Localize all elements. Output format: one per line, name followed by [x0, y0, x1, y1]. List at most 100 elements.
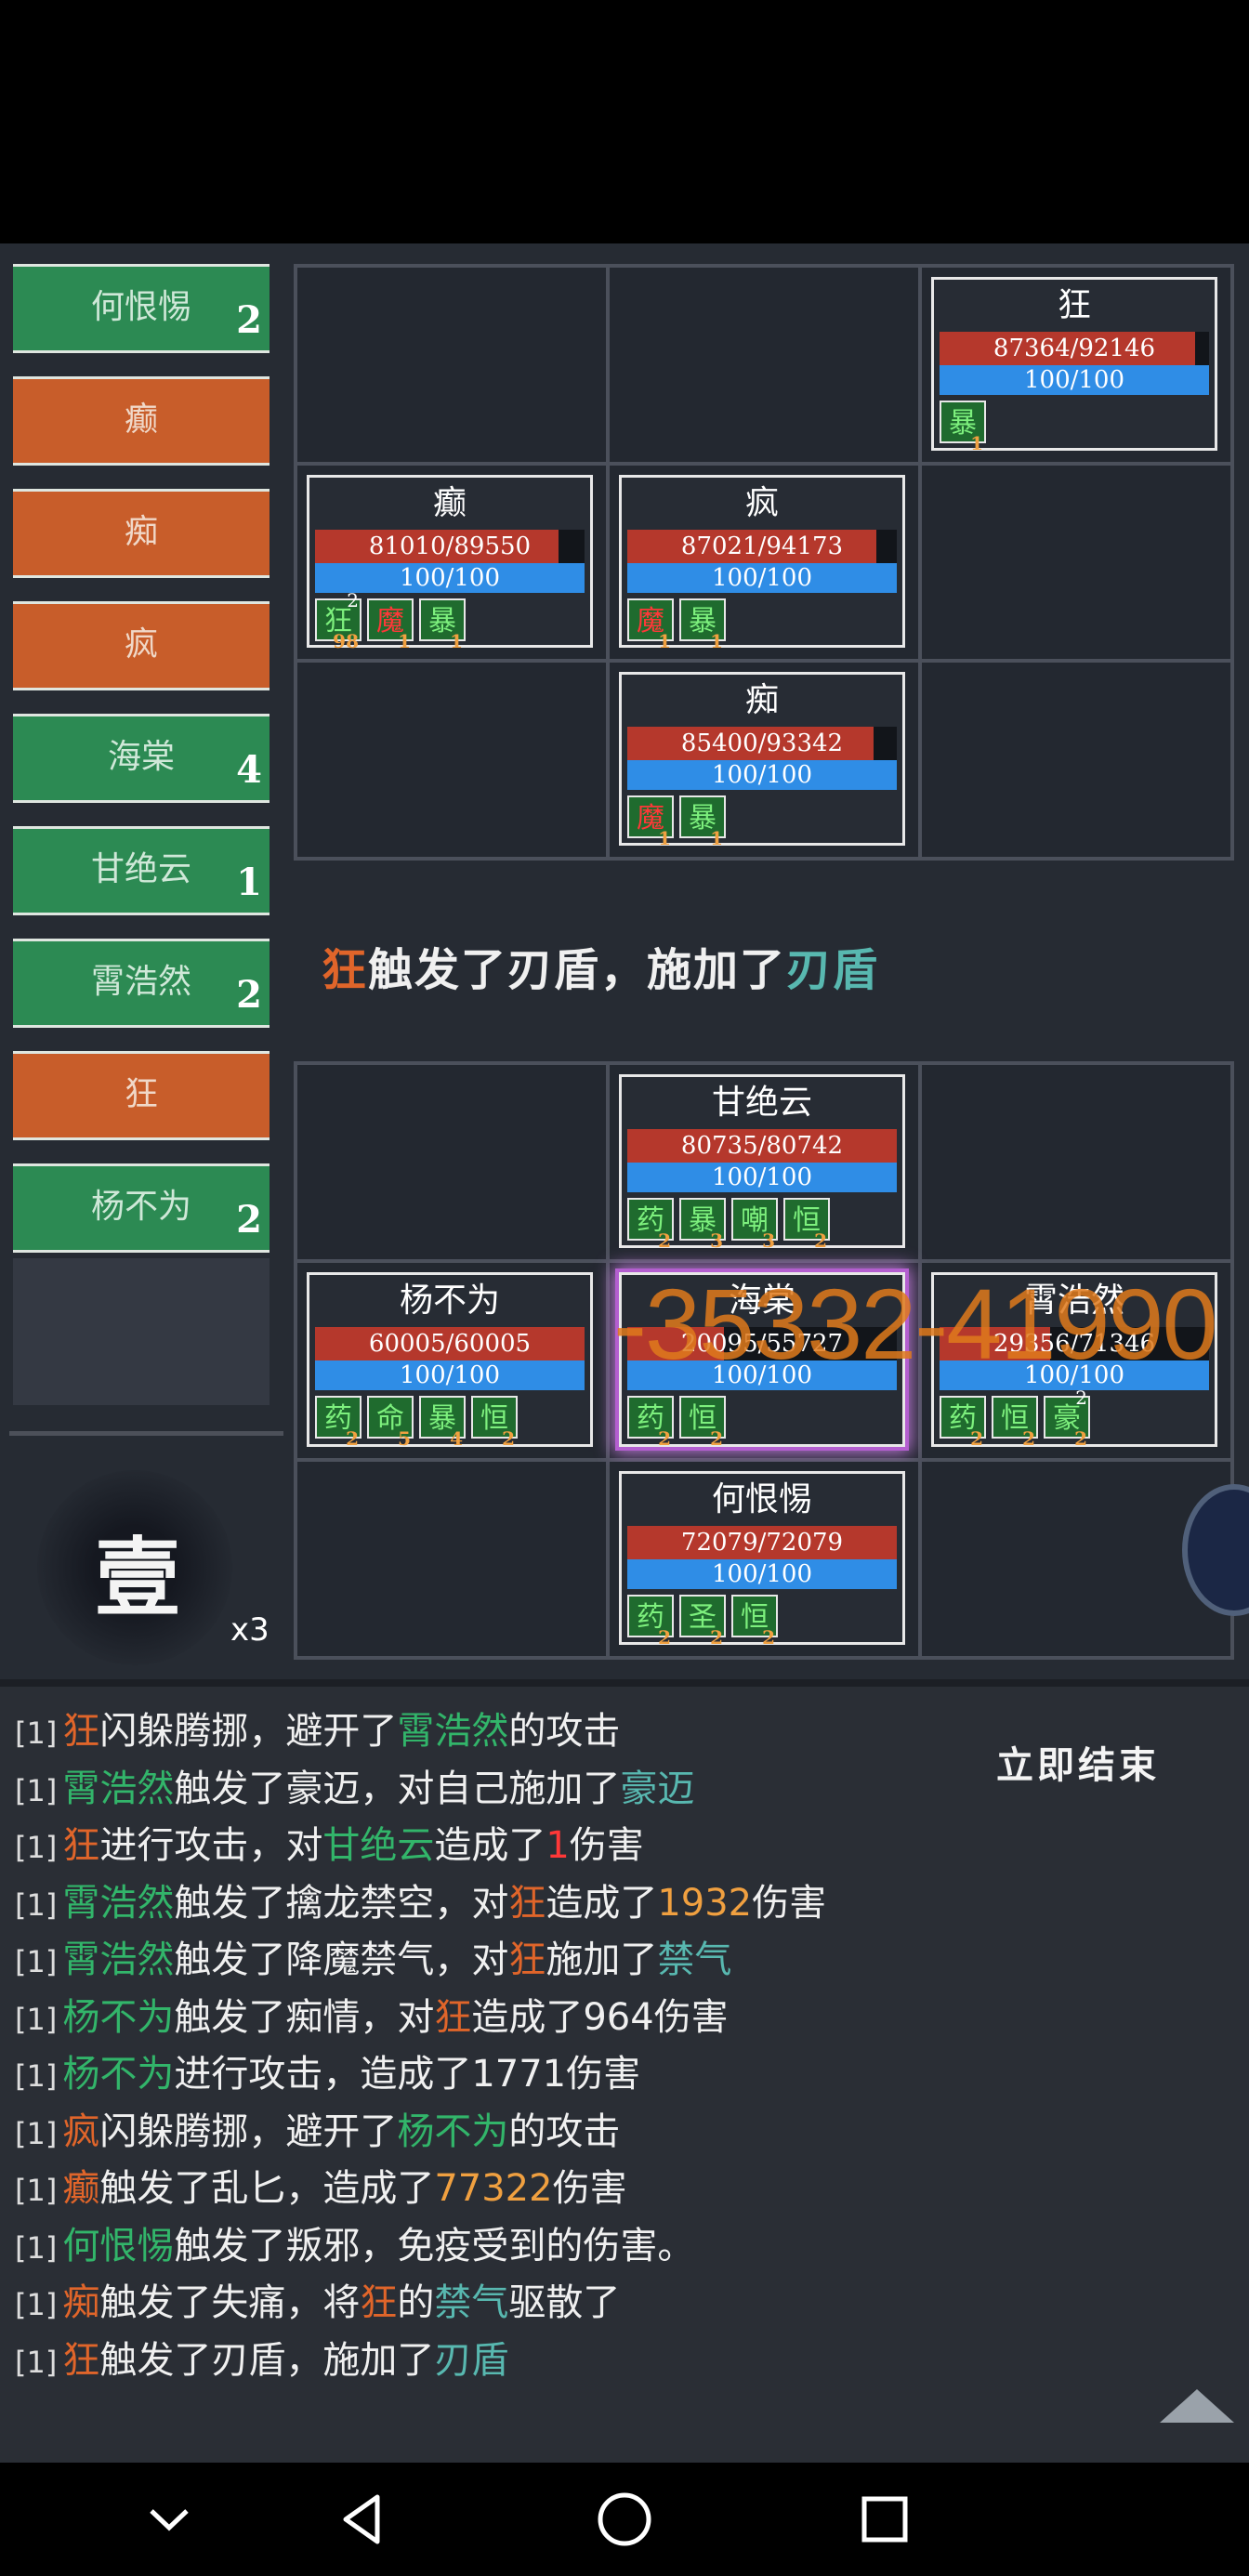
turn-order-item[interactable]: 甘绝云 1 — [13, 826, 270, 915]
hp-bar: 80735/80742 — [627, 1129, 897, 1163]
log-segment: 触发了豪迈，对自己施加了 — [174, 1767, 621, 1810]
turn-order-item[interactable]: 狂 — [13, 1051, 270, 1140]
buff-stack: 5 — [398, 1427, 411, 1451]
buff-icon[interactable]: 嘲3 — [731, 1198, 778, 1250]
formation-cell[interactable]: 杨不为 60005/60005 100/100 药 2 命 5 暴 4 恒 2 — [297, 1263, 606, 1458]
turn-order-item[interactable]: 癫 — [13, 376, 270, 466]
turn-order-item[interactable]: 疯 — [13, 601, 270, 690]
buff-stack: 3 — [762, 1229, 775, 1252]
log-segment: 闪躲腾挪，避开了 — [99, 1710, 398, 1753]
damage-popup: -35332-41990 — [613, 1268, 1218, 1380]
round-badge[interactable]: 壹 — [37, 1470, 232, 1665]
buff-icon[interactable]: 恒2 — [679, 1396, 726, 1448]
buff-stack: 2 — [1074, 1427, 1087, 1451]
buff-icon[interactable]: 恒2 — [992, 1396, 1038, 1448]
formation-cell[interactable]: 何恨惕 72079/72079 100/100 药 2 圣 2 恒 2 — [610, 1461, 918, 1656]
skill-announcement: 狂触发了刃盾，施加了刃盾 — [322, 933, 879, 998]
buff-icon[interactable]: 暴4 — [419, 1396, 466, 1448]
buff-list: 药2圣2恒2 — [622, 1589, 902, 1647]
buff-icon[interactable]: 魔1 — [367, 598, 414, 651]
buff-icon[interactable]: 药2 — [940, 1396, 986, 1448]
log-round-tag: [1] — [15, 2001, 58, 2037]
home-icon[interactable] — [559, 2463, 690, 2576]
unit-card[interactable]: 何恨惕 72079/72079 100/100 药 2 圣 2 恒 2 — [619, 1470, 905, 1647]
unit-card[interactable]: 狂 87364/92146 100/100 暴 1 — [931, 277, 1217, 453]
back-icon[interactable] — [299, 2463, 429, 2576]
buff-level: 2 — [347, 588, 359, 611]
formation-cell[interactable] — [922, 465, 1230, 660]
unit-name: 疯 — [744, 483, 779, 522]
buff-icon[interactable]: 药2 — [627, 1198, 674, 1250]
turn-order-item[interactable]: 痴 — [13, 489, 270, 578]
turn-order-item[interactable]: 杨不为 2 — [13, 1163, 270, 1253]
hp-bar: 85400/93342 — [627, 727, 897, 761]
log-segment: 禁气 — [657, 1939, 732, 1981]
buff-icon[interactable]: 暴1 — [679, 795, 726, 848]
formation-cell[interactable]: 痴 85400/93342 100/100 魔 1 暴 1 — [610, 663, 918, 857]
buff-icon[interactable]: 药2 — [627, 1396, 674, 1448]
turn-order-name: 癫 — [124, 401, 158, 439]
formation-cell[interactable] — [297, 268, 606, 462]
log-round-tag: [1] — [15, 2287, 58, 2322]
turn-order-item[interactable]: 何恨惕 2 — [13, 264, 270, 353]
buff-icon[interactable]: 圣2 — [679, 1594, 726, 1647]
buff-icon[interactable]: 命5 — [367, 1396, 414, 1448]
speed-multiplier[interactable]: x3 — [230, 1611, 270, 1649]
log-segment: 狂 — [62, 1824, 100, 1867]
log-segment: 杨不为 — [62, 2053, 175, 2096]
formation-cell[interactable] — [297, 1461, 606, 1656]
buff-icon[interactable]: 豪22 — [1044, 1388, 1090, 1448]
unit-card[interactable]: 甘绝云 80735/80742 100/100 药 2 暴 3 嘲 3 恒 2 — [619, 1074, 905, 1250]
battle-log-lines: [1] 狂闪躲腾挪，避开了霄浩然的攻击 [1] 霄浩然触发了豪迈，对自己施加了豪迈 [1… — [15, 1703, 826, 2389]
formation-cell[interactable] — [297, 1065, 606, 1260]
buff-icon[interactable]: 恒2 — [783, 1198, 830, 1250]
formation-cell[interactable] — [922, 663, 1230, 857]
collapse-icon[interactable] — [104, 2463, 234, 2576]
turn-order-item[interactable]: 海棠 4 — [13, 714, 270, 803]
log-segment: 1 — [546, 1824, 570, 1867]
recents-icon[interactable] — [820, 2463, 950, 2576]
log-segment: 伤害 — [569, 1824, 644, 1867]
formation-cell[interactable] — [610, 268, 918, 462]
log-segment: 禁气 — [434, 2281, 509, 2324]
unit-card[interactable]: 癫 81010/89550 100/100 狂 98 2 魔 1 暴 1 — [307, 474, 593, 651]
buff-icon[interactable]: 暴1 — [940, 401, 986, 453]
battle-log-panel[interactable]: [1] 狂闪躲腾挪，避开了霄浩然的攻击 [1] 霄浩然触发了豪迈，对自己施加了豪迈 [1… — [0, 1679, 1249, 2470]
buff-icon[interactable]: 魔1 — [627, 598, 674, 651]
turn-order-name: 霄浩然 — [90, 963, 191, 1001]
log-segment: 狂 — [434, 1995, 472, 2039]
formation-cell[interactable]: 狂 87364/92146 100/100 暴 1 — [922, 268, 1230, 462]
log-line: [1] 杨不为进行攻击，造成了1771伤害 — [15, 2046, 826, 2104]
log-segment: 豪迈 — [620, 1767, 695, 1810]
log-line: [1] 霄浩然触发了降魔禁气，对狂施加了禁气 — [15, 1932, 826, 1990]
turn-order-item[interactable]: 霄浩然 2 — [13, 939, 270, 1028]
unit-card[interactable]: 疯 87021/94173 100/100 魔 1 暴 1 — [619, 474, 905, 651]
formation-cell[interactable]: 癫 81010/89550 100/100 狂 98 2 魔 1 暴 1 — [297, 465, 606, 660]
formation-cell[interactable]: 疯 87021/94173 100/100 魔 1 暴 1 — [610, 465, 918, 660]
buff-stack: 3 — [710, 1229, 723, 1252]
buff-icon[interactable]: 狂 98 2 — [315, 591, 362, 651]
scroll-up-arrow-icon[interactable] — [1160, 2389, 1234, 2423]
turn-order-name: 狂 — [124, 1075, 158, 1113]
buff-icon[interactable]: 暴1 — [419, 598, 466, 651]
buff-icon[interactable]: 恒2 — [731, 1594, 778, 1647]
mp-value: 100/100 — [711, 1559, 812, 1588]
log-round-tag: [1] — [15, 1886, 58, 1923]
unit-card[interactable]: 杨不为 60005/60005 100/100 药 2 命 5 暴 4 恒 2 — [307, 1272, 593, 1448]
unit-card[interactable]: 痴 85400/93342 100/100 魔 1 暴 1 — [619, 672, 905, 848]
buff-icon[interactable]: 暴3 — [679, 1198, 726, 1250]
log-line: [1] 痴触发了失痛，将狂的禁气驱散了 — [15, 2275, 826, 2333]
formation-cell[interactable] — [922, 1065, 1230, 1260]
buff-stack: 1 — [658, 827, 671, 850]
end-immediately-button[interactable]: 立即结束 — [966, 1733, 1190, 1798]
buff-icon[interactable]: 药2 — [315, 1396, 362, 1448]
formation-cell[interactable] — [297, 663, 606, 857]
buff-icon[interactable]: 药2 — [627, 1594, 674, 1647]
turn-order-list: 何恨惕 2 癫痴疯海棠 4 甘绝云 1 霄浩然 2 狂杨不为 2 — [13, 264, 270, 1276]
log-segment: 霄浩然 — [397, 1710, 509, 1753]
log-segment: 刃盾 — [434, 2338, 509, 2382]
formation-cell[interactable]: 甘绝云 80735/80742 100/100 药 2 暴 3 嘲 3 恒 2 — [610, 1065, 918, 1260]
buff-icon[interactable]: 恒2 — [471, 1396, 518, 1448]
buff-icon[interactable]: 魔1 — [627, 795, 674, 848]
buff-icon[interactable]: 暴1 — [679, 598, 726, 651]
